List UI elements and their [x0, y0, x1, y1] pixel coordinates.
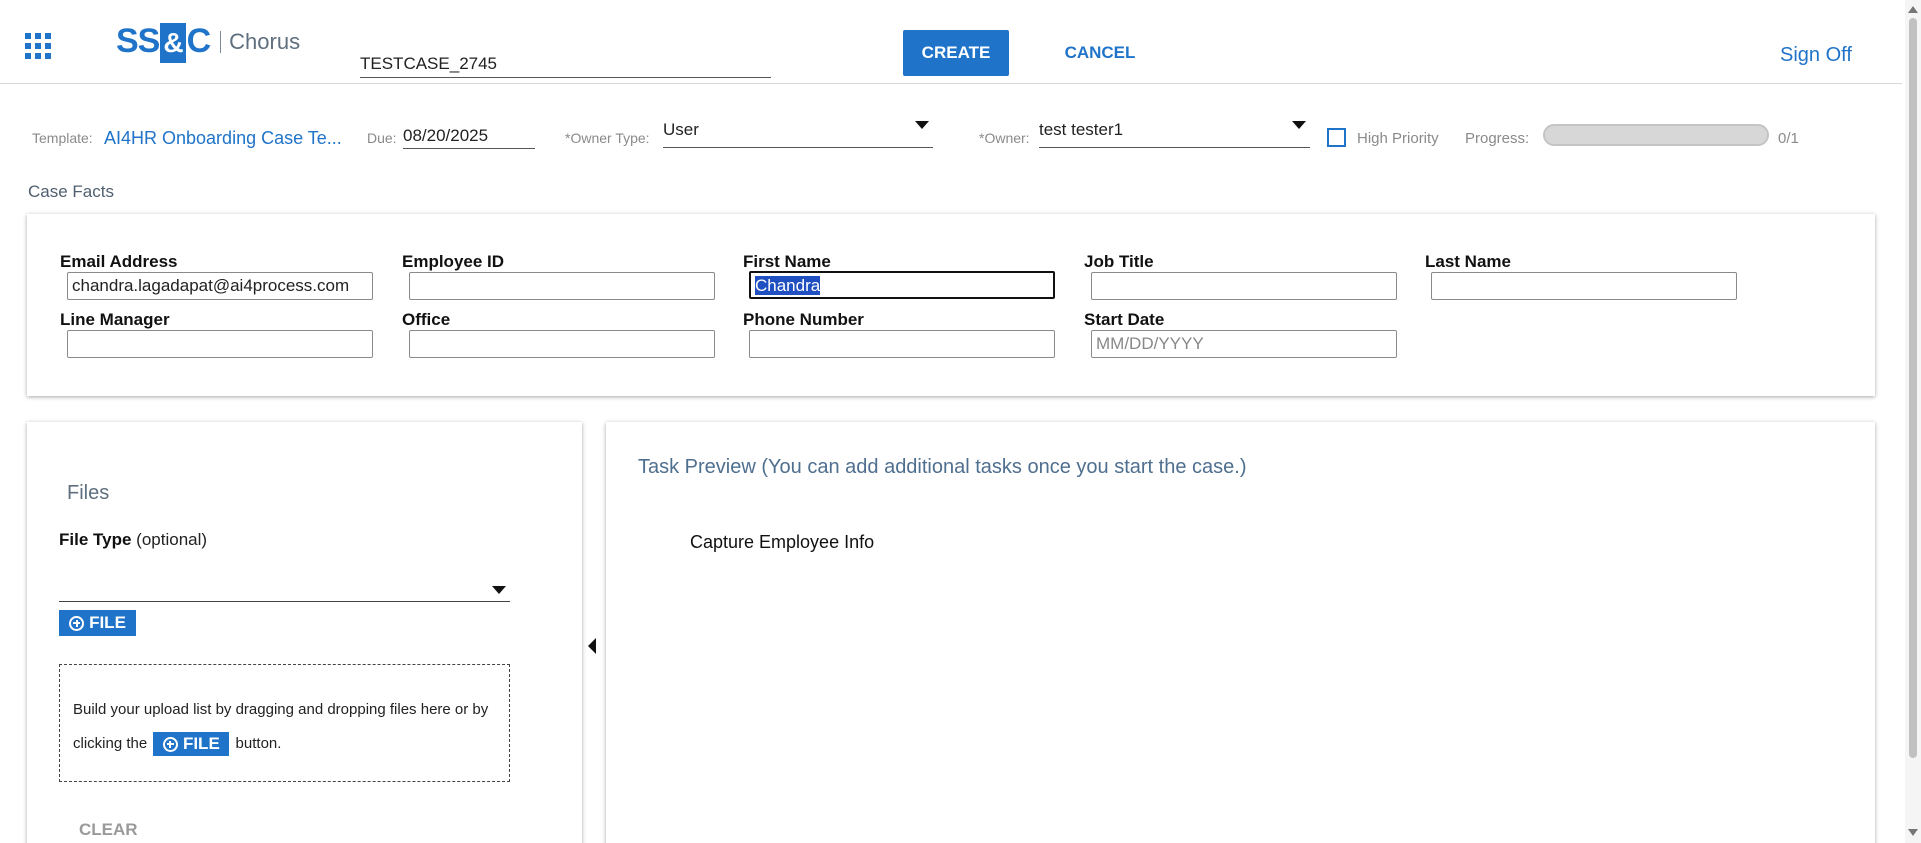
owner-value: test tester1: [1039, 120, 1124, 139]
due-date-input[interactable]: [403, 123, 535, 149]
dropdown-caret-icon: [915, 121, 929, 129]
phone-number-label: Phone Number: [743, 310, 864, 329]
task-item: Capture Employee Info: [690, 532, 875, 552]
scroll-thumb[interactable]: [1909, 18, 1917, 758]
office-field[interactable]: [409, 330, 715, 358]
job-title-field[interactable]: [1091, 272, 1397, 300]
inline-file-label: FILE: [182, 734, 220, 754]
file-type-label-text: File Type: [59, 530, 132, 549]
inline-file-button[interactable]: FILE: [153, 732, 230, 757]
case-facts-title: Case Facts: [28, 182, 114, 201]
logo-brand: SS & C: [116, 22, 211, 63]
top-bar: SS&C Chorus CREATE CANCEL Sign Off: [0, 0, 1902, 84]
progress-bar: [1543, 124, 1769, 146]
template-label: Template:: [32, 130, 93, 146]
files-title: Files: [67, 482, 110, 504]
collapse-panel-arrow-icon[interactable]: [588, 638, 596, 654]
dropdown-caret-icon: [492, 586, 506, 594]
progress-label: Progress:: [1465, 130, 1530, 147]
file-type-optional-text: (optional): [136, 530, 208, 549]
due-label: Due:: [367, 130, 397, 146]
case-name-input[interactable]: [360, 44, 771, 78]
owner-select[interactable]: test tester1: [1039, 120, 1310, 148]
phone-number-field[interactable]: [749, 330, 1055, 358]
template-link[interactable]: AI4HR Onboarding Case Te...: [104, 128, 342, 149]
apps-grid-icon[interactable]: [25, 33, 51, 59]
create-button[interactable]: CREATE: [903, 30, 1009, 76]
case-facts-panel: Email Address Employee ID First Name Cha…: [27, 214, 1875, 396]
dropzone-text-end: button.: [235, 735, 282, 752]
job-title-label: Job Title: [1084, 252, 1154, 271]
first-name-selected-text: Chandra: [755, 276, 821, 295]
cancel-button[interactable]: CANCEL: [1050, 30, 1150, 76]
start-date-field[interactable]: [1091, 330, 1397, 358]
high-priority-label: High Priority: [1357, 130, 1439, 147]
owner-label: *Owner:: [979, 130, 1030, 146]
first-name-field[interactable]: Chandra: [749, 271, 1055, 299]
plus-circle-icon: [162, 736, 178, 752]
owner-type-value: User: [663, 120, 699, 139]
employee-id-label: Employee ID: [402, 252, 505, 271]
owner-type-select[interactable]: User: [663, 120, 933, 148]
email-label: Email Address: [60, 252, 178, 271]
last-name-field[interactable]: [1431, 272, 1737, 300]
first-name-label: First Name: [743, 252, 831, 271]
task-preview-title: Task Preview (You can add additional tas…: [638, 456, 1247, 478]
logo-product: Chorus: [229, 29, 301, 54]
owner-type-label: *Owner Type:: [565, 130, 650, 146]
ssc-chorus-logo: SS & C Chorus: [116, 20, 300, 64]
start-date-label: Start Date: [1084, 310, 1165, 329]
files-panel: Files File Type (optional) FILE Build yo…: [27, 422, 582, 843]
line-manager-label: Line Manager: [60, 310, 170, 329]
task-preview-panel: Task Preview (You can add additional tas…: [606, 422, 1875, 843]
add-file-label: FILE: [89, 613, 126, 632]
progress-count: 0/1: [1778, 130, 1799, 147]
line-manager-field[interactable]: [67, 330, 373, 358]
sign-off-link[interactable]: Sign Off: [1780, 44, 1852, 67]
add-file-button[interactable]: FILE: [59, 610, 136, 636]
file-type-label: File Type (optional): [59, 530, 207, 550]
employee-id-field[interactable]: [409, 272, 715, 300]
high-priority-checkbox[interactable]: [1327, 128, 1346, 147]
file-type-select[interactable]: [59, 574, 510, 602]
last-name-label: Last Name: [1425, 252, 1511, 271]
scroll-up-arrow-icon[interactable]: [1908, 6, 1918, 13]
email-field[interactable]: [67, 272, 373, 300]
plus-circle-icon: [69, 615, 85, 631]
office-label: Office: [402, 310, 451, 329]
file-dropzone[interactable]: Build your upload list by dragging and d…: [59, 664, 510, 782]
clear-button[interactable]: CLEAR: [79, 820, 138, 840]
vertical-scrollbar[interactable]: [1905, 0, 1921, 843]
scroll-down-arrow-icon[interactable]: [1908, 829, 1918, 836]
dropdown-caret-icon: [1292, 121, 1306, 129]
